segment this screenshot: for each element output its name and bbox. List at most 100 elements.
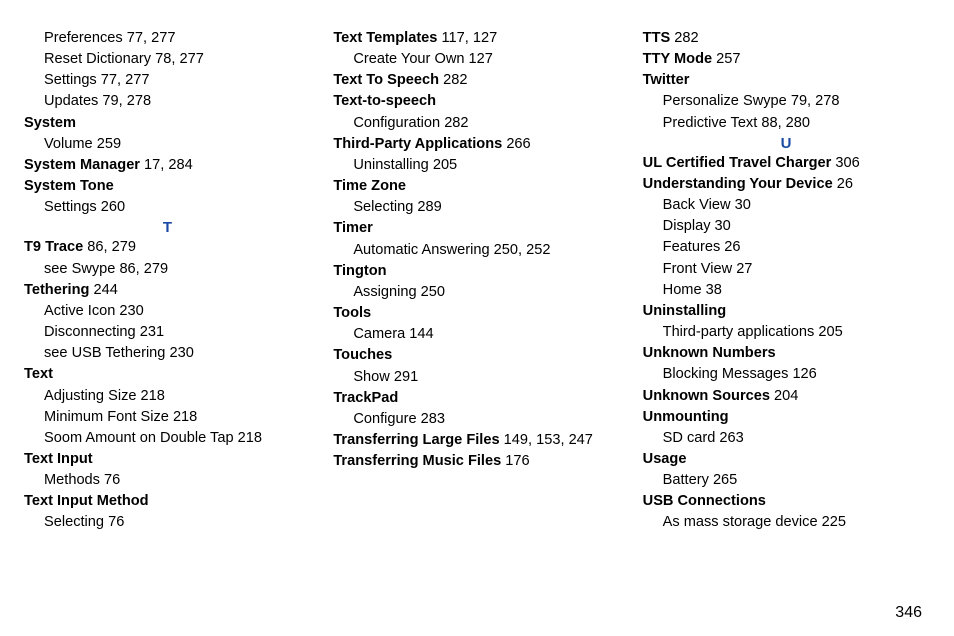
- index-entry: Uninstalling: [643, 301, 930, 322]
- index-subentry: Battery 265: [663, 470, 930, 491]
- index-entry: Text Input Method: [24, 491, 311, 512]
- index-entry-pages: 282: [439, 72, 467, 88]
- index-entry-pages: 204: [770, 388, 798, 404]
- index-subentry: see USB Tethering 230: [44, 343, 311, 364]
- index-subentry: Configure 283: [353, 409, 620, 430]
- index-subentry: Preferences 77, 277: [44, 28, 311, 49]
- index-column-1: Preferences 77, 277Reset Dictionary 78, …: [24, 28, 311, 534]
- index-column-3: TTS 282 TTY Mode 257 Twitter Personalize Sw…: [643, 28, 930, 534]
- index-entry-pages: 306: [831, 155, 859, 171]
- index-column-2: Text Templates 117, 127Create Your Own 1…: [333, 28, 620, 534]
- index-entry-term: Unknown Sources: [643, 388, 770, 404]
- index-entry-term: Understanding Your Device: [643, 176, 833, 192]
- index-entry-term: Twitter: [643, 72, 690, 88]
- index-entry-pages: 244: [89, 282, 117, 298]
- index-subentry: Assigning 250: [353, 282, 620, 303]
- index-entry-term: UL Certified Travel Charger: [643, 155, 832, 171]
- index-entry: Unknown Numbers: [643, 343, 930, 364]
- index-entry: Tington: [333, 261, 620, 282]
- index-entry-pages: 117, 127: [437, 30, 497, 46]
- index-subentry: Camera 144: [353, 324, 620, 345]
- index-entry-pages: 86, 279: [83, 239, 136, 255]
- index-subentry: SD card 263: [663, 428, 930, 449]
- index-page: Preferences 77, 277Reset Dictionary 78, …: [0, 0, 954, 636]
- index-entry-term: Timer: [333, 220, 372, 236]
- index-entry: Understanding Your Device 26: [643, 174, 930, 195]
- index-subentry: Uninstalling 205: [353, 155, 620, 176]
- index-entry-term: Usage: [643, 451, 687, 467]
- index-entry-term: Transferring Large Files: [333, 432, 499, 448]
- index-subentry: Home 38: [663, 280, 930, 301]
- index-entry: Transferring Large Files 149, 153, 247: [333, 430, 620, 451]
- index-subentry: Settings 77, 277: [44, 70, 311, 91]
- index-entry-term: TTY Mode: [643, 51, 712, 67]
- index-entry: Unmounting: [643, 407, 930, 428]
- index-entry-term: Text To Speech: [333, 72, 439, 88]
- index-entry: System Tone: [24, 176, 311, 197]
- index-subentry: see Swype 86, 279: [44, 259, 311, 280]
- index-entry: Text Input: [24, 449, 311, 470]
- index-subentry: Updates 79, 278: [44, 91, 311, 112]
- index-entry: System: [24, 113, 311, 134]
- index-entry-pages: 282: [670, 30, 698, 46]
- index-subentry: Settings 260: [44, 197, 311, 218]
- index-entry: Text-to-speech: [333, 91, 620, 112]
- index-entry-term: Tools: [333, 305, 371, 321]
- index-subentry: Automatic Answering 250, 252: [353, 240, 620, 261]
- index-entry: Timer: [333, 218, 620, 239]
- index-subentry: Personalize Swype 79, 278: [663, 91, 930, 112]
- index-subentry: Front View 27: [663, 259, 930, 280]
- index-subentry: Blocking Messages 126: [663, 364, 930, 385]
- index-entry-term: Text-to-speech: [333, 93, 436, 109]
- index-entry: Unknown Sources 204: [643, 386, 930, 407]
- index-subentry: Features 26: [663, 237, 930, 258]
- index-entry-term: Touches: [333, 347, 392, 363]
- index-subentry: Selecting 76: [44, 512, 311, 533]
- index-entry: System Manager 17, 284: [24, 155, 311, 176]
- index-entry-term: Tington: [333, 263, 386, 279]
- index-subentry: Display 30: [663, 216, 930, 237]
- index-entry-term: Text: [24, 366, 53, 382]
- index-entry: Tethering 244: [24, 280, 311, 301]
- index-subentry: Disconnecting 231: [44, 322, 311, 343]
- index-subentry: Show 291: [353, 367, 620, 388]
- index-subentry: Back View 30: [663, 195, 930, 216]
- index-entry: Text To Speech 282: [333, 70, 620, 91]
- index-entry: Text: [24, 364, 311, 385]
- index-entry-pages: 149, 153, 247: [500, 432, 593, 448]
- index-entry: Third-Party Applications 266: [333, 134, 620, 155]
- index-subentry: Soom Amount on Double Tap 218: [44, 428, 311, 449]
- index-entry-term: Text Input Method: [24, 493, 149, 509]
- index-columns: Preferences 77, 277Reset Dictionary 78, …: [24, 28, 930, 534]
- index-subentry: Active Icon 230: [44, 301, 311, 322]
- index-entry: Twitter: [643, 70, 930, 91]
- index-entry-term: Unmounting: [643, 409, 729, 425]
- index-entry-term: Third-Party Applications: [333, 136, 502, 152]
- index-entry-term: USB Connections: [643, 493, 766, 509]
- index-entry-term: Text Templates: [333, 30, 437, 46]
- index-subentry: Adjusting Size 218: [44, 386, 311, 407]
- index-entry-term: Transferring Music Files: [333, 453, 501, 469]
- index-entry: Text Templates 117, 127: [333, 28, 620, 49]
- index-subentry: Configuration 282: [353, 113, 620, 134]
- index-entry-term: System Manager: [24, 157, 140, 173]
- index-entry: UL Certified Travel Charger 306: [643, 153, 930, 174]
- index-subentry: Minimum Font Size 218: [44, 407, 311, 428]
- index-subentry: Create Your Own 127: [353, 49, 620, 70]
- index-entry-term: System Tone: [24, 178, 114, 194]
- index-entry-term: TTS: [643, 30, 671, 46]
- index-entry: Touches: [333, 345, 620, 366]
- index-subentry: Third-party applications 205: [663, 322, 930, 343]
- index-entry-term: Uninstalling: [643, 303, 727, 319]
- index-entry: TTS 282: [643, 28, 930, 49]
- index-entry-pages: 176: [501, 453, 529, 469]
- index-entry-term: T9 Trace: [24, 239, 83, 255]
- index-entry-pages: 266: [502, 136, 530, 152]
- index-entry: Time Zone: [333, 176, 620, 197]
- index-section-letter: U: [643, 134, 930, 153]
- index-entry-pages: 257: [712, 51, 740, 67]
- index-entry-term: Tethering: [24, 282, 89, 298]
- index-entry: T9 Trace 86, 279: [24, 237, 311, 258]
- index-subentry: Reset Dictionary 78, 277: [44, 49, 311, 70]
- index-entry-pages: 26: [833, 176, 853, 192]
